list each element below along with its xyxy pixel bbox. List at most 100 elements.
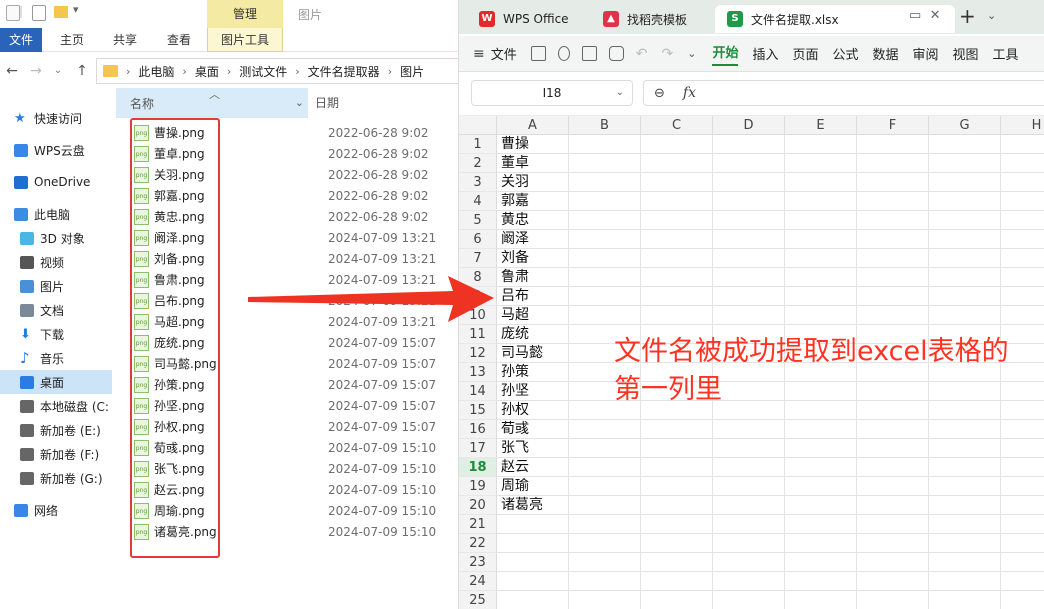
formula-input[interactable]: ⊖ fx xyxy=(643,80,1044,106)
chevron-down-icon[interactable]: ⌄ xyxy=(295,96,304,109)
ribbon-tab-page[interactable]: 页面 xyxy=(792,44,818,63)
function-icon[interactable]: fx xyxy=(683,85,696,101)
row-header[interactable]: 12 xyxy=(459,344,497,363)
nav-item[interactable]: 此电脑 xyxy=(0,202,112,226)
save-icon[interactable] xyxy=(530,46,546,61)
undo-icon[interactable]: ↶ xyxy=(636,46,648,62)
nav-item[interactable]: 视频 xyxy=(0,250,112,274)
new-tab-icon[interactable]: + xyxy=(959,4,976,28)
nav-item[interactable]: 3D 对象 xyxy=(0,226,112,250)
cell-a[interactable]: 诸葛亮 xyxy=(501,496,543,515)
cell-a[interactable]: 关羽 xyxy=(501,173,529,192)
address-box[interactable]: › 此电脑 › 桌面 › 测试文件 › 文件名提取器 › 图片 xyxy=(96,58,458,84)
ribbon-tab-view[interactable]: 视图 xyxy=(953,44,979,63)
document-icon[interactable] xyxy=(6,5,20,21)
row-header[interactable]: 17 xyxy=(459,439,497,458)
breadcrumb-item[interactable]: 此电脑 xyxy=(138,63,174,80)
column-header[interactable]: A xyxy=(497,116,569,135)
column-header[interactable]: D xyxy=(713,116,785,135)
column-header-date[interactable]: 日期 xyxy=(315,88,339,118)
nav-item[interactable]: 新加卷 (E:) xyxy=(0,418,112,442)
ribbon-tab-picture-tools[interactable]: 图片工具 xyxy=(207,28,283,52)
chevron-down-icon[interactable]: ⌄ xyxy=(687,47,696,60)
row-header[interactable]: 5 xyxy=(459,211,497,230)
ribbon-tab-tools[interactable]: 工具 xyxy=(993,44,1019,63)
cell-a[interactable]: 黄忠 xyxy=(501,211,529,230)
manage-tab[interactable]: 管理 xyxy=(207,0,283,28)
cell-a[interactable]: 马超 xyxy=(501,306,529,325)
tab-wps-office[interactable]: W WPS Office xyxy=(467,5,585,33)
menu-icon[interactable]: ≡ xyxy=(473,46,485,62)
nav-item[interactable]: 桌面 xyxy=(0,370,112,394)
select-all-corner[interactable] xyxy=(459,116,497,135)
cell-a[interactable]: 董卓 xyxy=(501,154,529,173)
forward-arrow-icon[interactable]: → xyxy=(26,58,46,84)
ribbon-tab-data[interactable]: 数据 xyxy=(873,44,899,63)
row-header[interactable]: 22 xyxy=(459,534,497,553)
cell-a[interactable]: 孙坚 xyxy=(501,382,529,401)
back-arrow-icon[interactable]: ← xyxy=(2,58,22,84)
row-header[interactable]: 13 xyxy=(459,363,497,382)
ribbon-tab-start[interactable]: 开始 xyxy=(712,42,739,66)
nav-item[interactable]: 本地磁盘 (C: xyxy=(0,394,112,418)
row-header[interactable]: 21 xyxy=(459,515,497,534)
properties-check-icon[interactable] xyxy=(32,5,46,21)
column-header[interactable]: F xyxy=(857,116,929,135)
cell-a[interactable]: 鲁肃 xyxy=(501,268,529,287)
cell-a[interactable]: 阚泽 xyxy=(501,230,529,249)
close-icon[interactable]: ✕ xyxy=(930,8,941,23)
up-arrow-icon[interactable]: ↑ xyxy=(72,58,92,84)
breadcrumb-item[interactable]: 测试文件 xyxy=(239,63,287,80)
ribbon-tab-review[interactable]: 审阅 xyxy=(913,44,939,63)
nav-item[interactable]: ★ 快速访问 xyxy=(0,106,112,130)
zoom-search-icon[interactable]: ⊖ xyxy=(654,86,665,101)
ribbon-tab-share[interactable]: 共享 xyxy=(104,28,146,52)
row-header[interactable]: 25 xyxy=(459,591,497,609)
nav-item[interactable]: OneDrive xyxy=(0,170,112,194)
nav-item[interactable]: 文档 xyxy=(0,298,112,322)
cell-a[interactable]: 刘备 xyxy=(501,249,529,268)
ribbon-tab-file[interactable]: 文件 xyxy=(0,28,42,52)
breadcrumb-item[interactable]: 桌面 xyxy=(195,63,219,80)
nav-item[interactable]: 网络 xyxy=(0,498,112,522)
cell-a[interactable]: 周瑜 xyxy=(501,477,529,496)
ribbon-tab-home[interactable]: 主页 xyxy=(52,28,92,52)
row-header[interactable]: 19 xyxy=(459,477,497,496)
quick-access-dropdown-icon[interactable]: ▾ xyxy=(73,3,79,16)
cell-a[interactable]: 司马懿 xyxy=(501,344,543,363)
cell-a[interactable]: 荀彧 xyxy=(501,420,529,439)
row-header[interactable]: 3 xyxy=(459,173,497,192)
nav-item[interactable]: 新加卷 (G:) xyxy=(0,466,112,490)
ribbon-tab-formula[interactable]: 公式 xyxy=(832,44,858,63)
ribbon-tab-view[interactable]: 查看 xyxy=(158,28,200,52)
row-header[interactable]: 14 xyxy=(459,382,497,401)
column-header[interactable]: B xyxy=(569,116,641,135)
column-header-name[interactable]: ︿ 名称 ⌄ xyxy=(116,88,308,118)
cell-a[interactable]: 孙策 xyxy=(501,363,529,382)
ribbon-tab-insert[interactable]: 插入 xyxy=(752,44,778,63)
breadcrumb-item[interactable]: 图片 xyxy=(400,63,424,80)
row-header[interactable]: 4 xyxy=(459,192,497,211)
breadcrumb-item[interactable]: 文件名提取器 xyxy=(308,63,380,80)
nav-item[interactable]: 新加卷 (F:) xyxy=(0,442,112,466)
column-header[interactable]: E xyxy=(785,116,857,135)
new-folder-icon[interactable] xyxy=(54,6,68,18)
column-header[interactable]: C xyxy=(641,116,713,135)
column-header[interactable]: H xyxy=(1001,116,1044,135)
row-header[interactable]: 15 xyxy=(459,401,497,420)
row-header[interactable]: 2 xyxy=(459,154,497,173)
row-header[interactable]: 18 xyxy=(459,458,497,477)
row-header[interactable]: 24 xyxy=(459,572,497,591)
tab-templates[interactable]: ▲ 找稻壳模板 xyxy=(591,5,707,33)
cell-a[interactable]: 庞统 xyxy=(501,325,529,344)
row-header[interactable]: 7 xyxy=(459,249,497,268)
name-box[interactable]: I18 ⌄ xyxy=(471,80,633,106)
row-header[interactable]: 6 xyxy=(459,230,497,249)
brush-icon[interactable] xyxy=(557,46,570,61)
nav-item[interactable]: ⬇ 下载 xyxy=(0,322,112,346)
row-header[interactable]: 1 xyxy=(459,135,497,154)
nav-item[interactable]: WPS云盘 xyxy=(0,138,112,162)
row-header[interactable]: 20 xyxy=(459,496,497,515)
print-preview-icon[interactable] xyxy=(608,46,624,61)
cell-a[interactable]: 吕布 xyxy=(501,287,529,306)
